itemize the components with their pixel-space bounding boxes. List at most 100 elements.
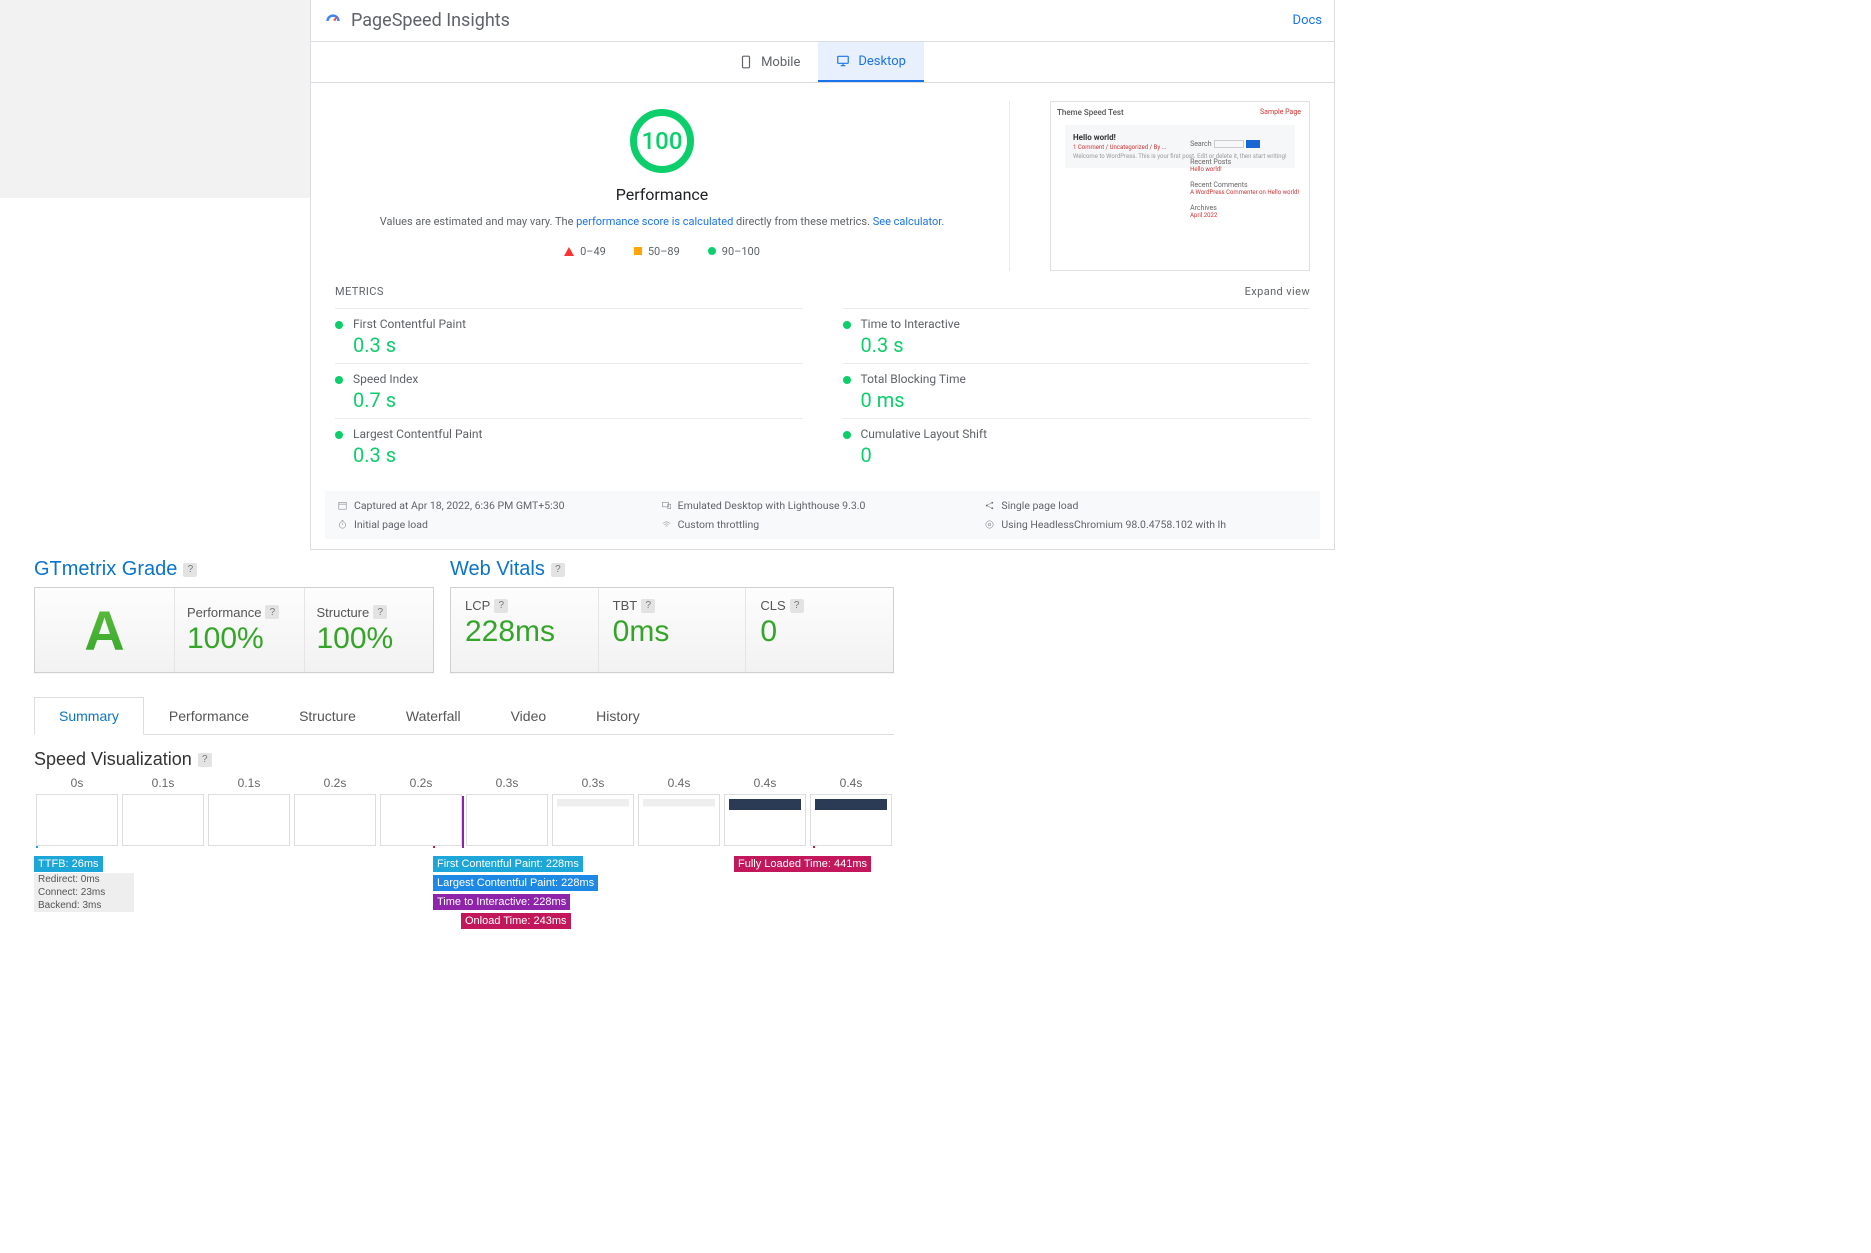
pagespeed-panel: PageSpeed Insights Docs Mobile Desktop 1… [310,0,1335,550]
metric-tti: Time to Interactive0.3 s [843,308,1311,363]
help-icon[interactable]: ? [641,599,655,613]
status-dot-icon [335,321,343,329]
timer-icon [337,519,348,530]
chrome-icon [984,519,995,530]
env-emulated: Emulated Desktop with Lighthouse 9.3.0 [661,499,985,512]
expand-view-link[interactable]: Expand view [1245,285,1310,298]
grade-heading: GTmetrix Grade? [34,558,434,581]
tab-history[interactable]: History [571,697,665,734]
frame-8: 0.4s [722,776,808,846]
help-icon[interactable]: ? [494,599,508,613]
metric-tbt: Total Blocking Time0 ms [843,363,1311,418]
tab-desktop[interactable]: Desktop [818,42,924,82]
fcp-tag: First Contentful Paint: 228ms [433,856,583,872]
env-single: Single page load [984,499,1308,512]
status-dot-icon [843,376,851,384]
square-icon [634,247,642,255]
help-icon[interactable]: ? [198,753,212,767]
frame-4: 0.2s [378,776,464,846]
env-initial: Initial page load [337,518,661,531]
sidebar-placeholder [0,0,310,198]
ttfb-tag: TTFB: 26ms [34,856,103,872]
tab-waterfall[interactable]: Waterfall [381,697,486,734]
score-legend: 0–49 50–89 90–100 [335,245,989,258]
frame-3: 0.2s [292,776,378,846]
devices-icon [661,500,672,511]
circle-icon [708,247,716,255]
status-dot-icon [843,321,851,329]
vitals-heading: Web Vitals? [450,558,894,581]
env-chrome: Using HeadlessChromium 98.0.4758.102 wit… [984,518,1308,531]
frame-1: 0.1s [120,776,206,846]
help-icon[interactable]: ? [183,563,197,577]
status-dot-icon [335,431,343,439]
tti-tag: Time to Interactive: 228ms [433,894,570,910]
tab-mobile[interactable]: Mobile [721,42,818,82]
report-tabs: Summary Performance Structure Waterfall … [34,697,894,735]
cls-cell: CLS?0 [746,588,893,672]
frame-2: 0.1s [206,776,292,846]
psi-logo-icon [323,11,343,31]
paint-tags: First Contentful Paint: 228ms Largest Co… [433,854,598,930]
performance-gauge-section: 100 Performance Values are estimated and… [335,101,1010,271]
score-gauge: 100 [630,109,694,173]
frame-6: 0.3s [550,776,636,846]
environment-info: Captured at Apr 18, 2022, 6:36 PM GMT+5:… [325,491,1320,539]
metric-lcp: Largest Contentful Paint0.3 s [335,418,803,473]
docs-link[interactable]: Docs [1293,13,1322,28]
gtmetrix-panel: GTmetrix Grade? A Performance? 100% Stru… [34,558,894,846]
lcp-tag: Largest Contentful Paint: 228ms [433,875,598,891]
metrics-header: METRICS Expand view [311,271,1334,308]
tab-structure[interactable]: Structure [274,697,381,734]
redirect-tag: Redirect: 0ms [34,873,134,886]
wifi-icon [661,519,672,530]
see-calculator-link[interactable]: See calculator. [873,215,945,228]
screenshot-column: Theme Speed Test Sample Page Hello world… [1050,101,1310,271]
grade-letter: A [84,598,124,663]
connect-tag: Connect: 23ms [34,886,134,899]
filmstrip: 0s 0.1s 0.1s 0.2s 0.2s 0.3s 0.3s 0.4s 0.… [34,776,894,846]
tab-performance[interactable]: Performance [144,697,274,734]
network-icon [984,500,995,511]
metric-si: Speed Index0.7 s [335,363,803,418]
device-tabs: Mobile Desktop [311,42,1334,83]
calendar-icon [337,500,348,511]
mobile-icon [739,53,753,71]
metrics-grid: First Contentful Paint0.3 s Time to Inte… [311,308,1334,473]
performance-cell: Performance? 100% [175,588,305,672]
frame-9: 0.4s [808,776,894,846]
flt-tag: Fully Loaded Time: 441ms [734,856,871,872]
help-icon[interactable]: ? [265,605,279,619]
onload-tag: Onload Time: 243ms [461,913,571,929]
lcp-cell: LCP?228ms [451,588,599,672]
structure-cell: Structure? 100% [305,588,434,672]
speed-vis-title: Speed Visualization? [34,749,894,770]
frame-0: 0s [34,776,120,846]
help-icon[interactable]: ? [373,605,387,619]
triangle-icon [564,247,574,256]
page-screenshot: Theme Speed Test Sample Page Hello world… [1050,101,1310,271]
score-label: Performance [335,185,989,204]
metrics-title: METRICS [335,285,384,298]
psi-title: PageSpeed Insights [351,10,510,31]
env-captured: Captured at Apr 18, 2022, 6:36 PM GMT+5:… [337,499,661,512]
score-calc-link[interactable]: performance score is calculated [576,215,733,228]
legend-fail: 0–49 [564,245,606,258]
tab-summary[interactable]: Summary [34,697,144,735]
grade-letter-cell: A [35,588,175,672]
env-throttle: Custom throttling [661,518,985,531]
status-dot-icon [843,431,851,439]
psi-header: PageSpeed Insights Docs [311,0,1334,42]
desktop-icon [836,52,850,70]
tab-desktop-label: Desktop [858,54,906,69]
onload-marker [462,796,464,848]
grade-card: A Performance? 100% Structure? 100% [34,587,434,673]
tab-video[interactable]: Video [486,697,572,734]
legend-pass: 90–100 [708,245,760,258]
flt-tags: Fully Loaded Time: 441ms [734,854,871,873]
gtmetrix-grade-section: GTmetrix Grade? A Performance? 100% Stru… [34,558,434,673]
frame-5: 0.3s [464,776,550,846]
help-icon[interactable]: ? [551,563,565,577]
performance-value: 100% [187,622,264,656]
help-icon[interactable]: ? [790,599,804,613]
